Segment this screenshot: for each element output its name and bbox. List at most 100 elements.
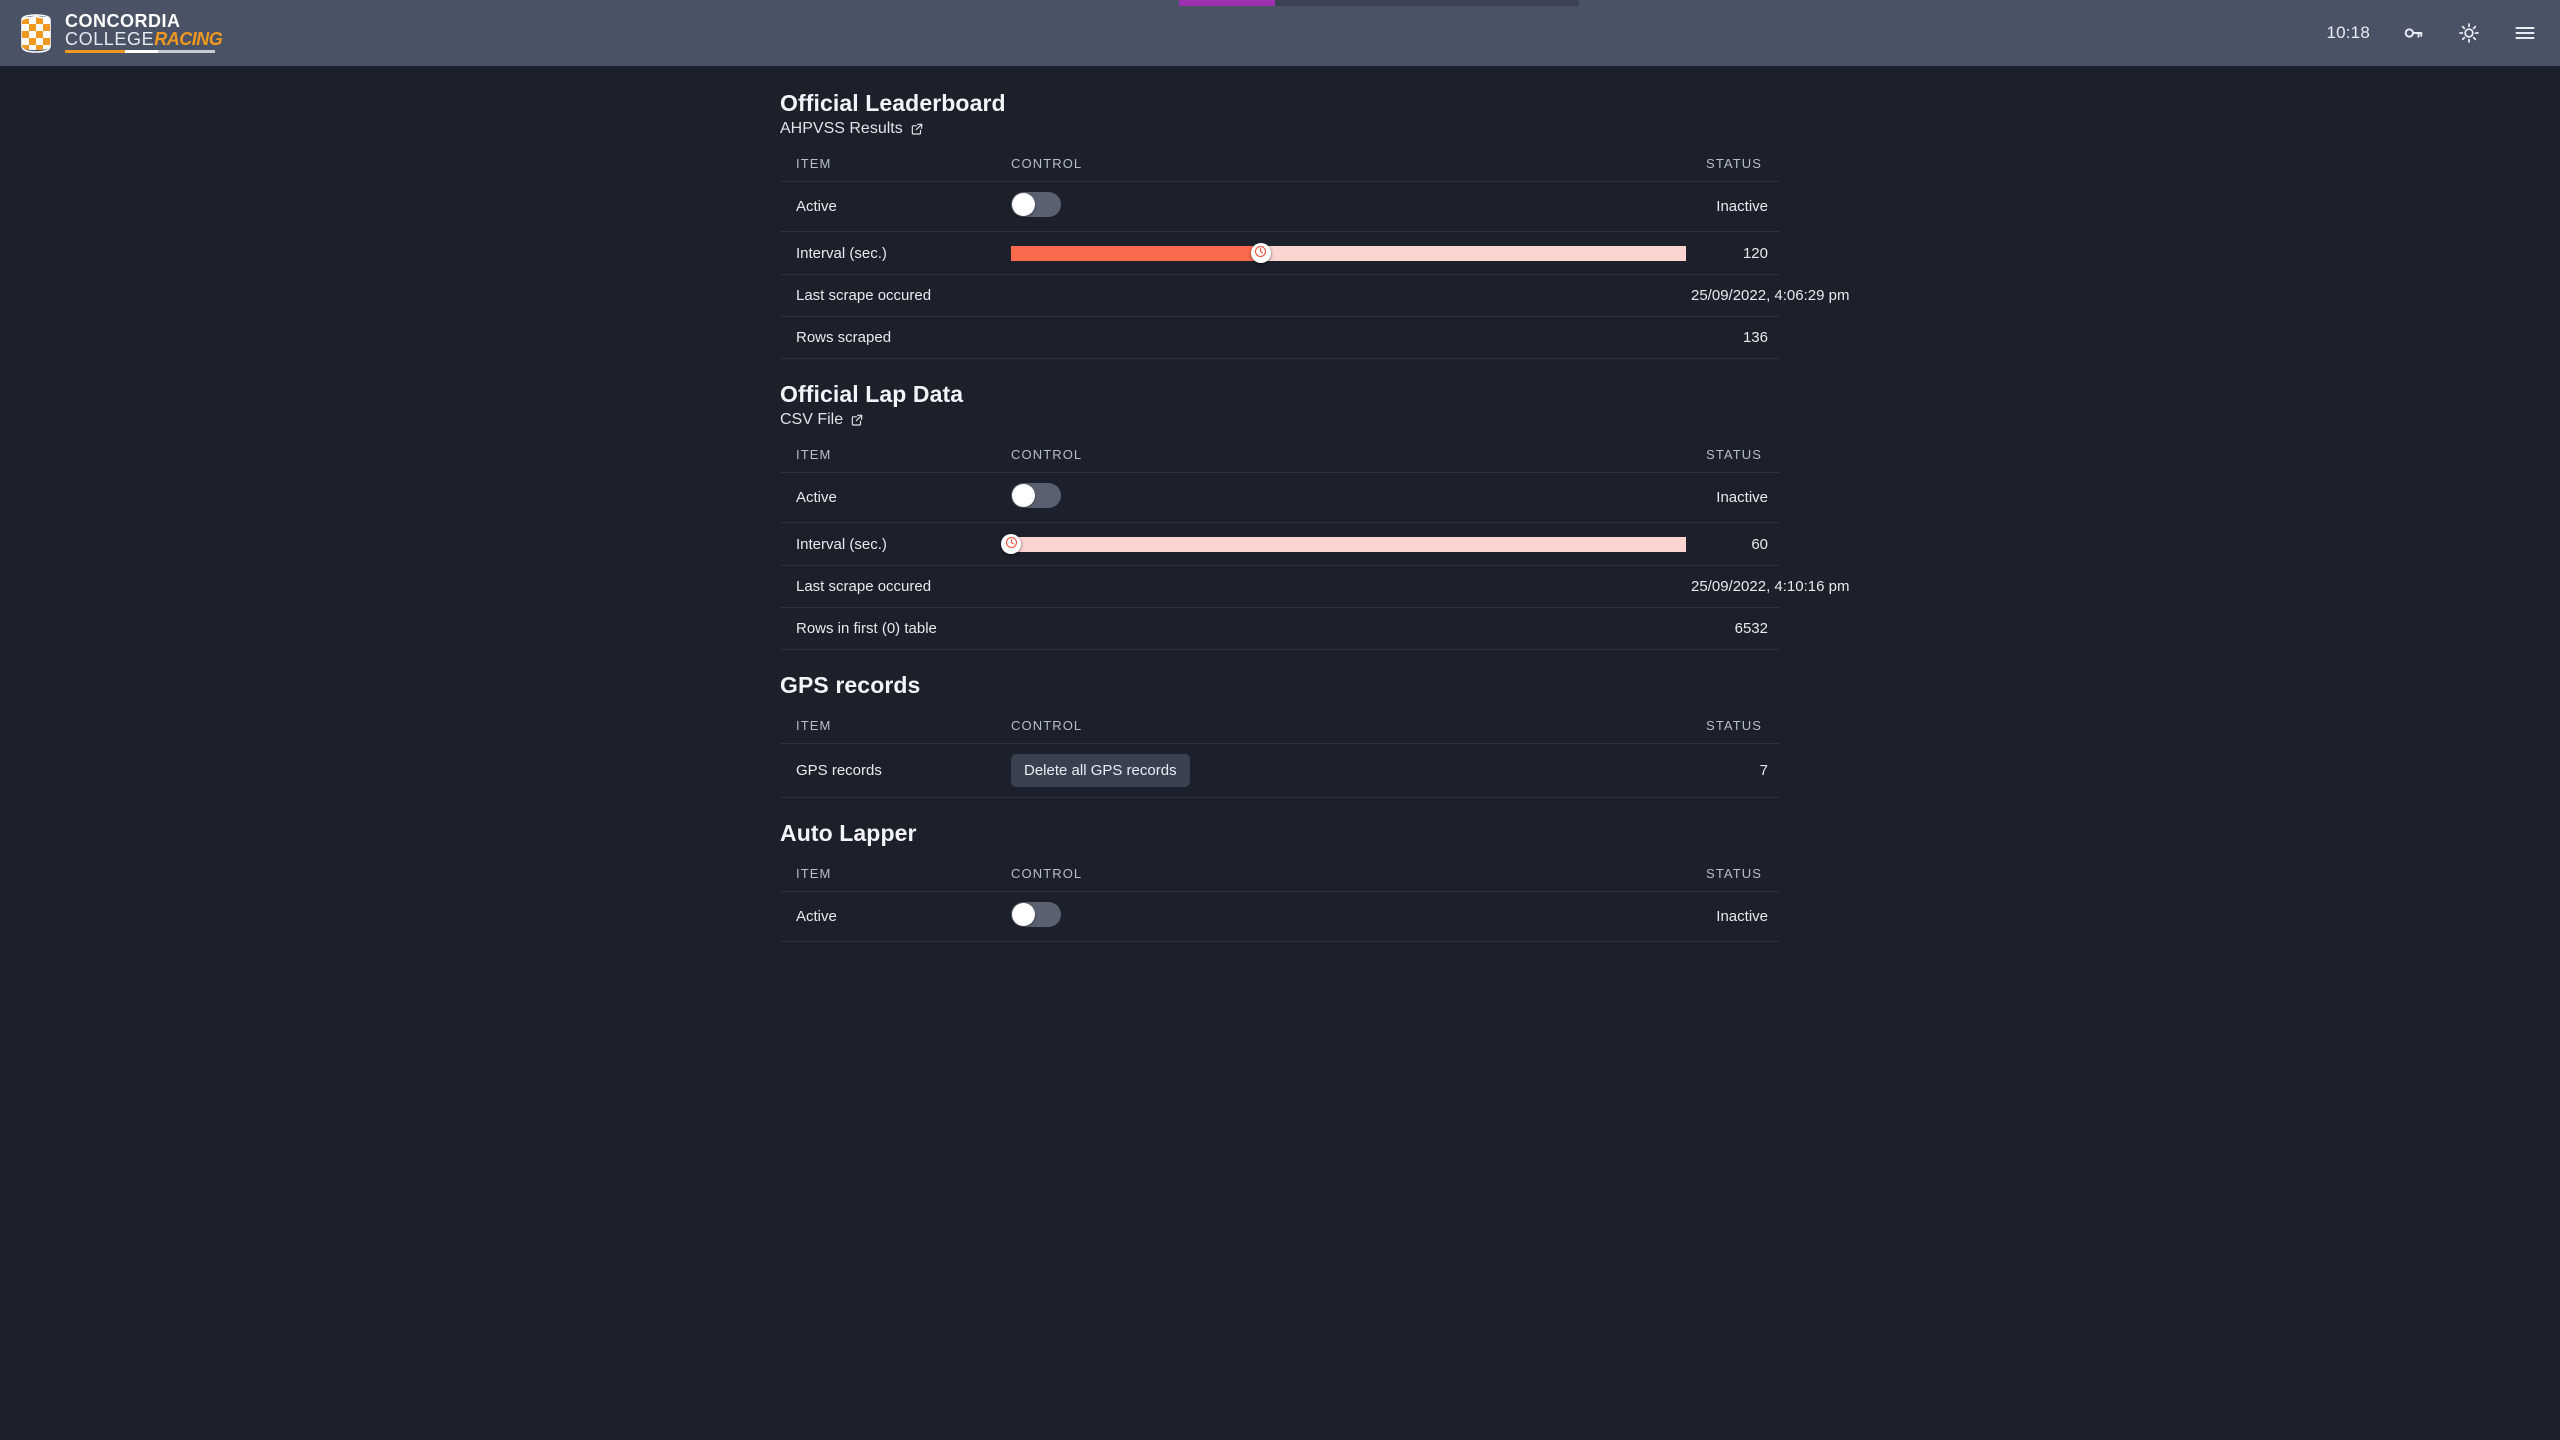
external-link-icon bbox=[910, 122, 924, 136]
row-control-cell bbox=[995, 231, 1686, 275]
section-subtitle-link[interactable]: CSV File bbox=[780, 411, 864, 429]
table-row: Last scrape occured 25/09/2022, 4:10:16 … bbox=[780, 565, 1849, 608]
clock-icon bbox=[1005, 536, 1018, 553]
clock-display: 10:18 bbox=[2326, 23, 2370, 42]
key-icon[interactable] bbox=[2400, 20, 2426, 46]
row-control-cell bbox=[995, 565, 1675, 608]
section-subtitle-label: CSV File bbox=[780, 411, 844, 428]
checkered-flag-logo-icon bbox=[16, 11, 56, 55]
row-item-label: Active bbox=[780, 891, 995, 942]
slider-thumb[interactable] bbox=[1001, 534, 1021, 554]
section: GPS records ITEM CONTROL STATUS GPS reco… bbox=[780, 672, 1780, 798]
column-header-item: ITEM bbox=[780, 714, 995, 744]
table-row: Active Inactive bbox=[780, 472, 1780, 523]
row-control-cell bbox=[995, 522, 1686, 566]
table-header-row: ITEM CONTROL STATUS bbox=[780, 443, 1780, 473]
active-toggle-switch[interactable] bbox=[1011, 902, 1061, 927]
table-row: Active Inactive bbox=[780, 891, 1780, 942]
column-header-control: CONTROL bbox=[995, 152, 1675, 182]
column-header-status: STATUS bbox=[1675, 714, 1780, 744]
table-row: Rows scraped 136 bbox=[780, 316, 1780, 359]
row-status-value: 136 bbox=[1675, 316, 1780, 359]
row-control-cell bbox=[995, 274, 1675, 317]
row-control-cell bbox=[995, 181, 1675, 232]
column-header-control: CONTROL bbox=[995, 714, 1675, 744]
header-actions: 10:18 bbox=[2326, 20, 2538, 46]
row-item-label: Rows scraped bbox=[780, 316, 995, 359]
section-title: Official Lap Data bbox=[780, 381, 964, 407]
row-item-label: Interval (sec.) bbox=[780, 522, 995, 566]
app-logo[interactable]: CONCORDIA COLLEGE RACING bbox=[16, 10, 223, 56]
column-header-item: ITEM bbox=[780, 443, 995, 473]
row-item-label: Interval (sec.) bbox=[780, 231, 995, 275]
table-header-row: ITEM CONTROL STATUS bbox=[780, 714, 1780, 744]
clock-icon bbox=[1254, 245, 1267, 262]
row-status-value: 25/09/2022, 4:10:16 pm bbox=[1675, 565, 1849, 608]
logo-underline bbox=[65, 49, 215, 53]
row-item-label: Active bbox=[780, 472, 995, 523]
section-subtitle-label: AHPVSS Results bbox=[780, 120, 903, 137]
table-row: GPS records Delete all GPS records 7 bbox=[780, 743, 1780, 798]
column-header-control: CONTROL bbox=[995, 443, 1675, 473]
brightness-icon[interactable] bbox=[2456, 20, 2482, 46]
row-item-label: GPS records bbox=[780, 743, 995, 798]
section-title: Auto Lapper bbox=[780, 820, 917, 846]
row-status-value: 25/09/2022, 4:06:29 pm bbox=[1675, 274, 1849, 317]
column-header-status: STATUS bbox=[1675, 152, 1780, 182]
row-status-value: 60 bbox=[1675, 522, 1780, 566]
external-link-icon bbox=[850, 413, 864, 427]
toggle-knob bbox=[1012, 484, 1035, 507]
settings-table: ITEM CONTROL STATUS Active Inactive Inte… bbox=[780, 443, 1849, 650]
slider-thumb[interactable] bbox=[1250, 243, 1271, 263]
logo-line-college: COLLEGE bbox=[65, 28, 155, 49]
section-title: Official Leaderboard bbox=[780, 90, 1006, 116]
sections-container: Official Leaderboard AHPVSS Results ITEM… bbox=[780, 90, 1849, 952]
interval-slider[interactable] bbox=[1001, 533, 1686, 555]
settings-table: ITEM CONTROL STATUS GPS records Delete a… bbox=[780, 714, 1780, 798]
row-item-label: Last scrape occured bbox=[780, 565, 995, 608]
interval-slider[interactable] bbox=[1011, 242, 1686, 264]
page-body: Official Leaderboard AHPVSS Results ITEM… bbox=[0, 66, 2560, 952]
active-toggle-switch[interactable] bbox=[1011, 192, 1061, 217]
row-control-cell: Delete all GPS records bbox=[995, 743, 1675, 798]
column-header-status: STATUS bbox=[1675, 862, 1780, 892]
row-control-cell bbox=[995, 472, 1675, 523]
table-row: Active Inactive bbox=[780, 181, 1780, 232]
page-loading-progress-fill bbox=[1179, 0, 1275, 6]
section: Auto Lapper ITEM CONTROL STATUS Active I… bbox=[780, 820, 1780, 942]
section: Official Leaderboard AHPVSS Results ITEM… bbox=[780, 90, 1849, 359]
section-subtitle-link[interactable]: AHPVSS Results bbox=[780, 120, 924, 138]
column-header-item: ITEM bbox=[780, 862, 995, 892]
row-status-value: Inactive bbox=[1675, 891, 1780, 942]
row-control-cell bbox=[995, 607, 1675, 650]
slider-track bbox=[1011, 536, 1686, 552]
active-toggle-switch[interactable] bbox=[1011, 483, 1061, 508]
row-control-cell bbox=[995, 316, 1675, 359]
table-row: Last scrape occured 25/09/2022, 4:06:29 … bbox=[780, 274, 1849, 317]
hamburger-menu-icon[interactable] bbox=[2512, 20, 2538, 46]
row-status-value: Inactive bbox=[1675, 472, 1780, 523]
column-header-control: CONTROL bbox=[995, 862, 1675, 892]
settings-table: ITEM CONTROL STATUS Active Inactive Inte… bbox=[780, 152, 1849, 359]
row-status-value: 120 bbox=[1675, 231, 1780, 275]
toggle-knob bbox=[1012, 903, 1035, 926]
section-title: GPS records bbox=[780, 672, 921, 698]
table-header-row: ITEM CONTROL STATUS bbox=[780, 862, 1780, 892]
column-header-status: STATUS bbox=[1675, 443, 1780, 473]
slider-fill bbox=[1011, 245, 1261, 261]
table-row: Rows in first (0) table 6532 bbox=[780, 607, 1780, 650]
table-row: Interval (sec.) 120 bbox=[780, 231, 1780, 275]
delete-all-gps-records-button[interactable]: Delete all GPS records bbox=[1011, 754, 1190, 787]
page-loading-progress bbox=[1179, 0, 1579, 6]
row-status-value: Inactive bbox=[1675, 181, 1780, 232]
row-status-value: 6532 bbox=[1675, 607, 1780, 650]
row-item-label: Last scrape occured bbox=[780, 274, 995, 317]
row-status-value: 7 bbox=[1675, 743, 1780, 798]
row-item-label: Rows in first (0) table bbox=[780, 607, 995, 650]
app-header: CONCORDIA COLLEGE RACING 10:18 bbox=[0, 0, 2560, 66]
row-item-label: Active bbox=[780, 181, 995, 232]
settings-table: ITEM CONTROL STATUS Active Inactive bbox=[780, 862, 1780, 942]
logo-line-concordia: CONCORDIA bbox=[65, 10, 181, 31]
column-header-item: ITEM bbox=[780, 152, 995, 182]
toggle-knob bbox=[1012, 193, 1035, 216]
